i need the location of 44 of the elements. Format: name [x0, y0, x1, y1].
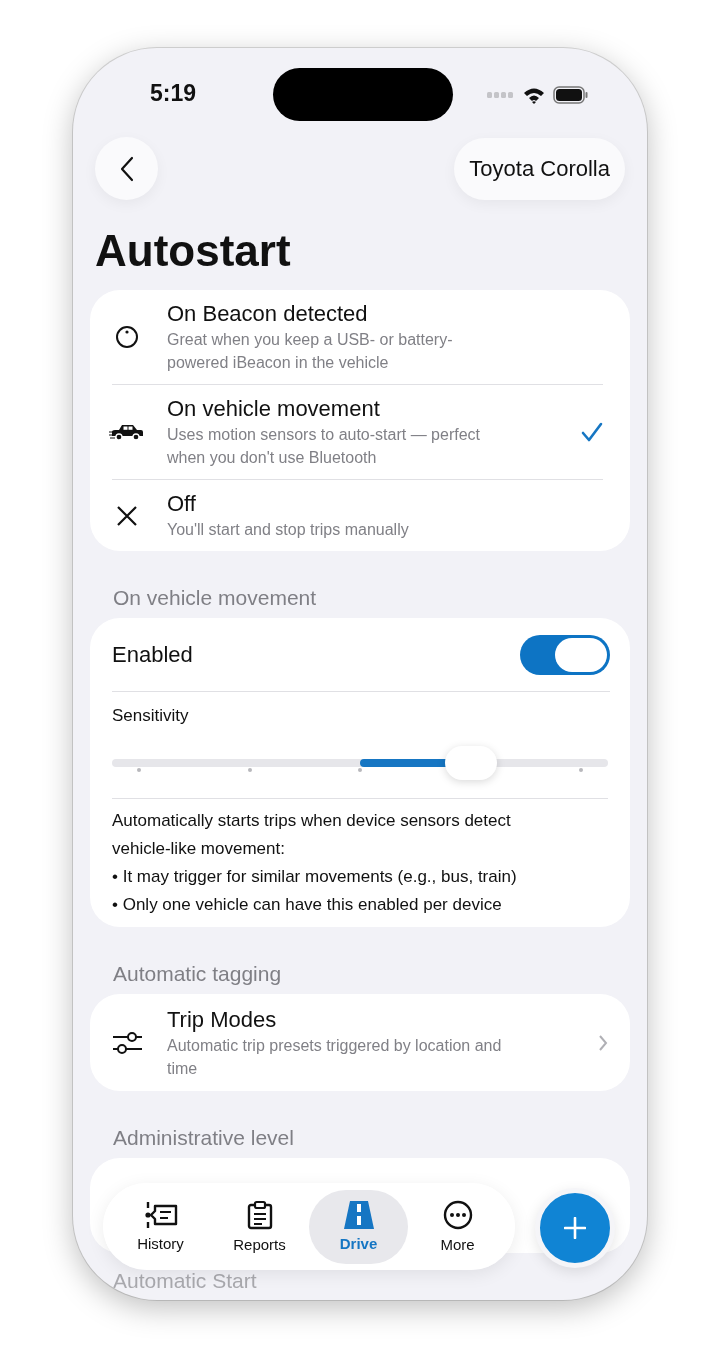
road-icon [343, 1201, 374, 1229]
option-title: On vehicle movement [167, 395, 381, 423]
nav-tab[interactable]: More [408, 1189, 507, 1264]
mode-option[interactable]: On vehicle movement Uses motion sensors to auto-start — perfect when you don't use Bluetooth [112, 385, 603, 480]
chevron-icon [598, 1033, 608, 1052]
slider-label: Sensitivity [112, 706, 190, 726]
section-header: Automatic Start [113, 1269, 258, 1293]
page-title: Autostart [95, 226, 292, 276]
close-icon [116, 504, 138, 527]
option-title: On Beacon detected [167, 300, 369, 328]
plus-icon [564, 1217, 586, 1239]
signal-icon [487, 92, 515, 98]
status-time: 5:19 [148, 80, 197, 107]
wifi-icon [523, 86, 545, 104]
more-icon [442, 1200, 473, 1230]
beacon-icon [115, 325, 139, 349]
battery-icon [553, 86, 589, 104]
toggle-label: Enabled [112, 641, 193, 668]
nav-tab[interactable]: Reports [210, 1189, 309, 1264]
nav-tab[interactable]: Drive [309, 1189, 408, 1264]
sliders-icon [112, 1029, 142, 1056]
mode-option[interactable]: Off You'll start and stop trips manually [112, 480, 603, 551]
section-header: Automatic tagging [113, 962, 283, 986]
bullet-text: • Only one vehicle can have this enabled per device [112, 894, 503, 916]
option-description: Uses motion sensors to auto-start — perfect when you don't use Bluetooth [167, 425, 481, 468]
car-icon [109, 423, 145, 441]
row-title: Trip Modes [167, 1005, 278, 1034]
option-description: You'll start and stop trips manually [167, 520, 410, 540]
option-description: Great when you keep a USB- or battery-powered iBeacon in the vehicle [167, 330, 454, 373]
back-icon [119, 155, 134, 182]
trip-modes-row[interactable]: Trip Modes Automatic trip presets triggered by location and time [112, 994, 608, 1091]
vehicle-button[interactable]: Toyota Corolla [454, 137, 625, 200]
section-header: Administrative level [113, 1126, 295, 1150]
section-header: On vehicle movement [113, 586, 318, 610]
bullet-text: • It may trigger for similar movements (e.g., bus, train) [112, 866, 518, 888]
clipboard-icon [246, 1200, 273, 1230]
timeline-icon [143, 1201, 178, 1229]
option-title: Off [167, 490, 197, 518]
slider-thumb[interactable] [444, 746, 497, 780]
mode-option[interactable]: On Beacon detected Great when you keep a USB- or battery-powered iBeacon in the vehicle [112, 290, 603, 385]
nav-tab[interactable]: History [111, 1189, 210, 1264]
enabled-toggle[interactable] [520, 634, 610, 675]
description-text: Automatically starts trips when device sensors detect vehicle-like movement: [112, 810, 512, 860]
row-description: Automatic trip presets triggered by location and time [167, 1035, 503, 1079]
